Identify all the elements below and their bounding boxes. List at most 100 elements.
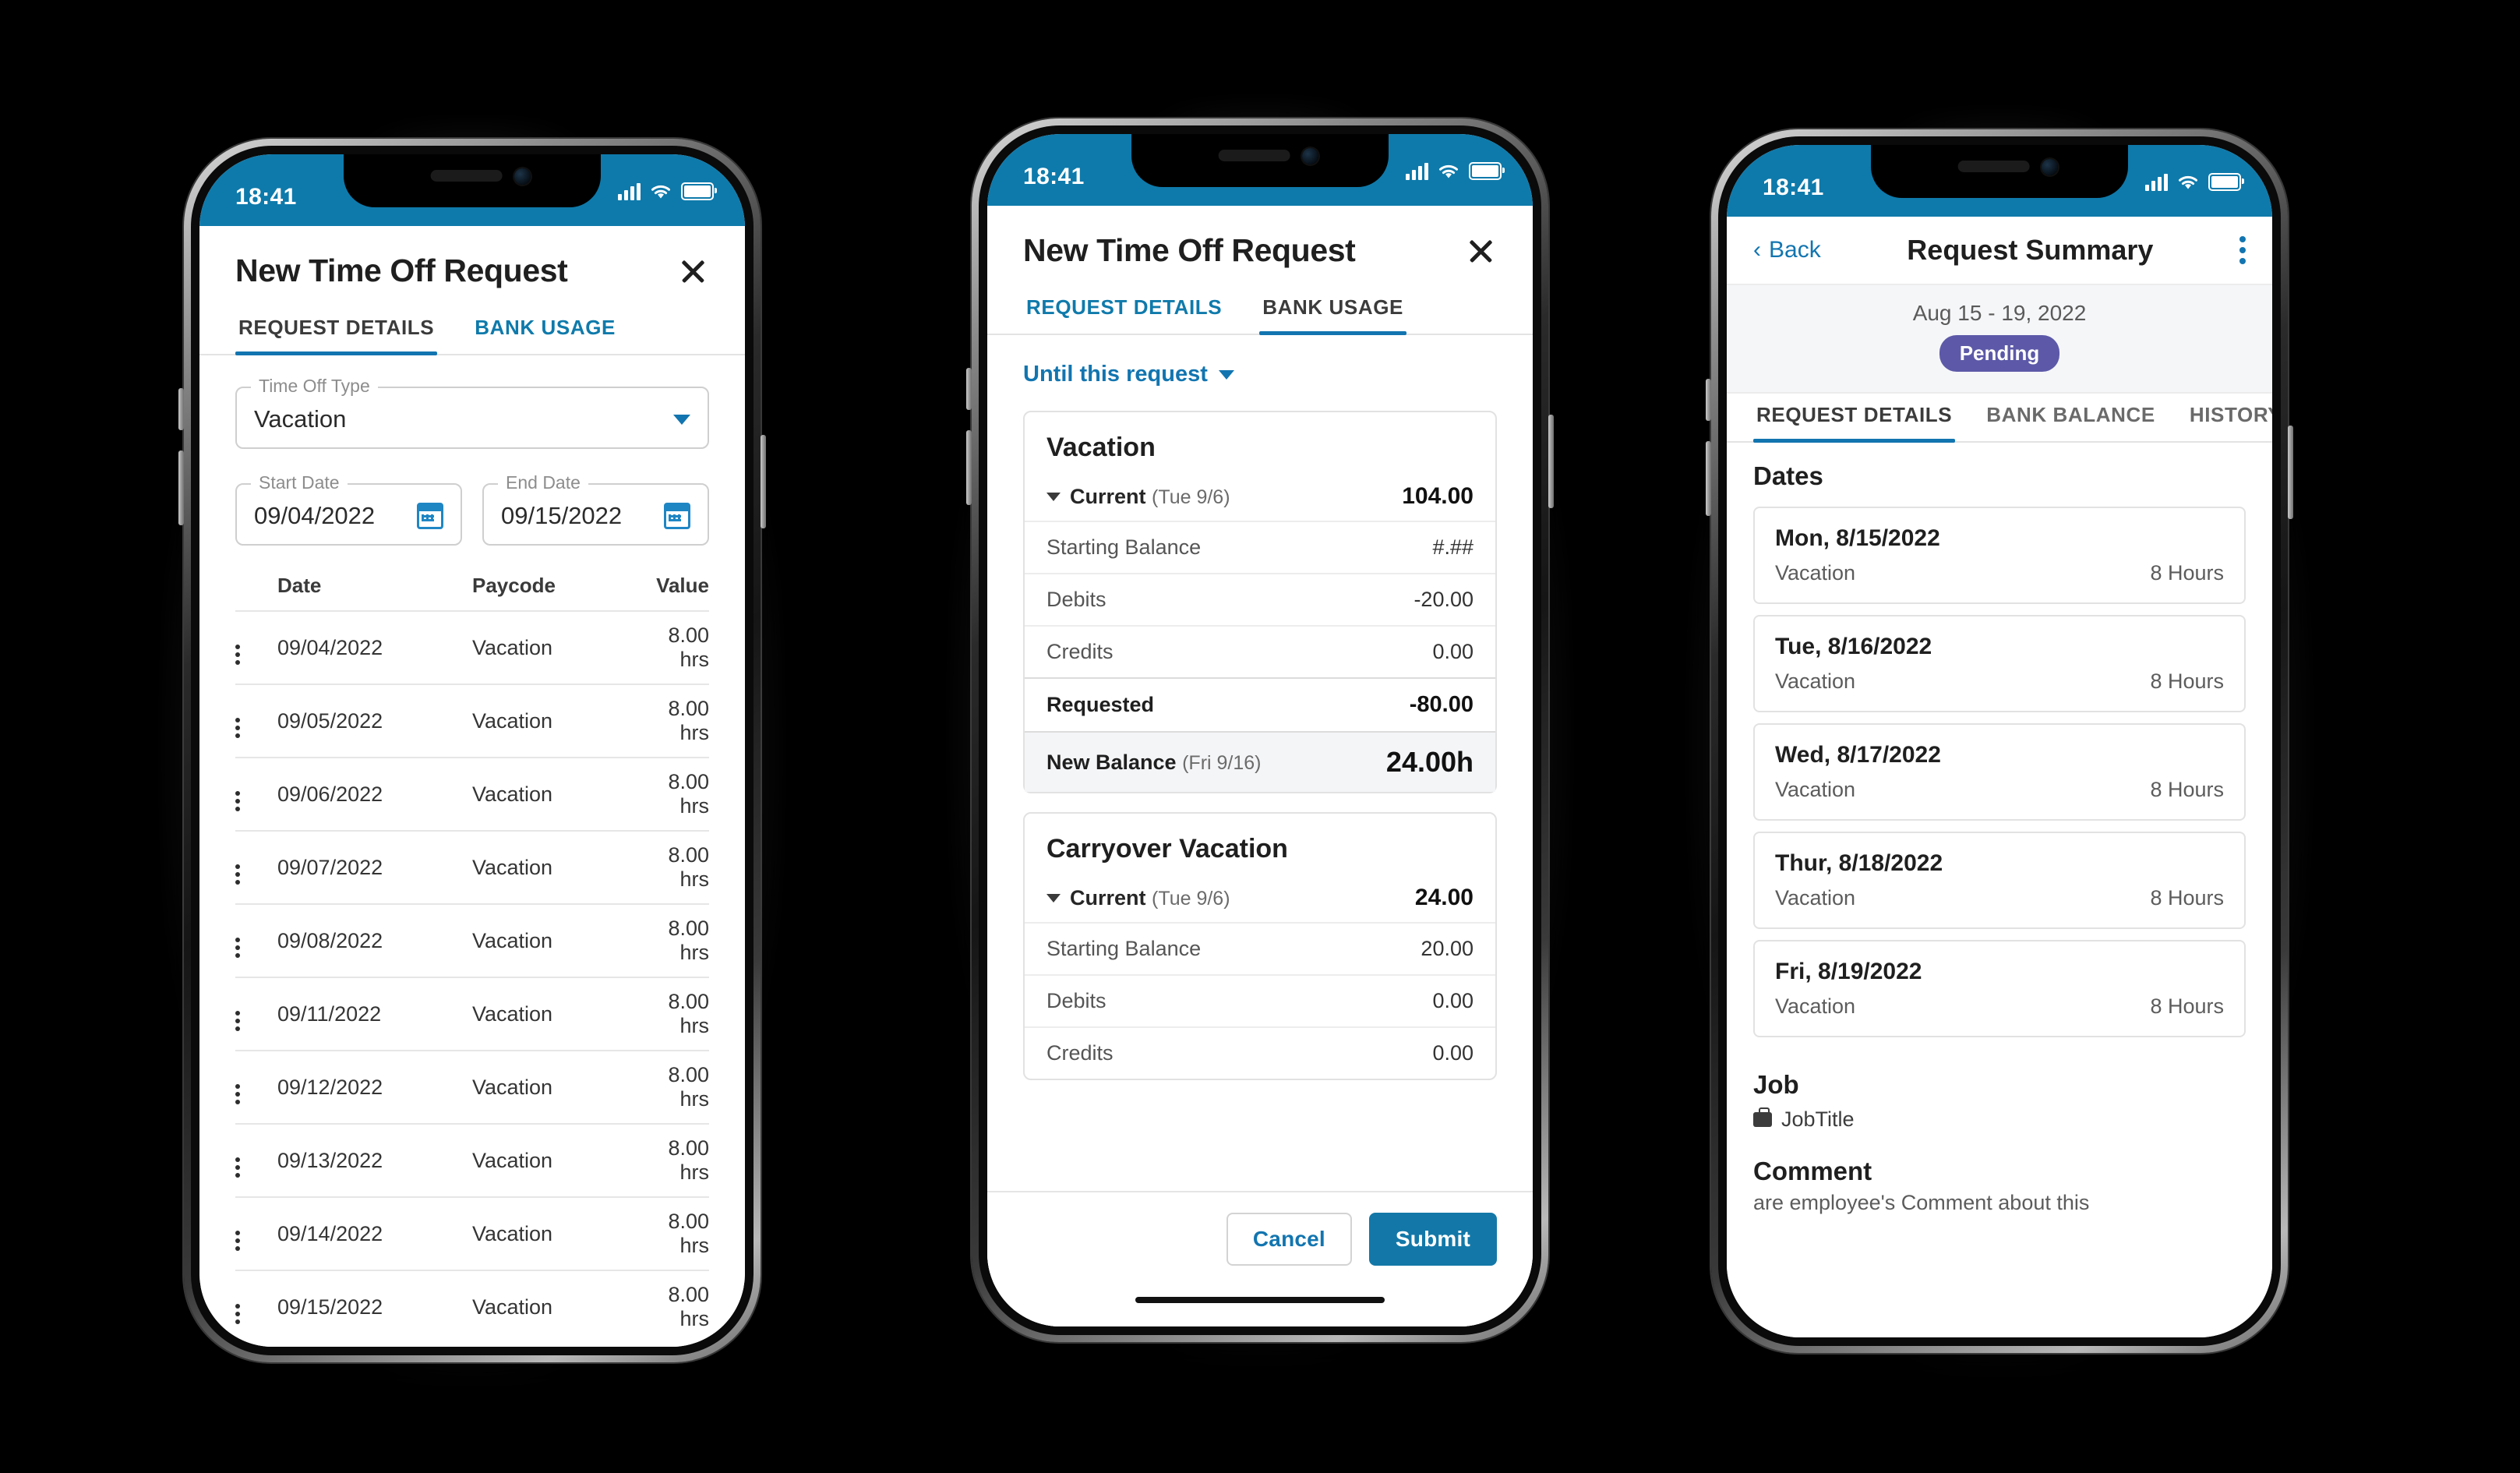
end-date-input[interactable]: End Date 09/15/2022 — [482, 472, 709, 546]
row-menu-cell[interactable] — [235, 830, 277, 904]
close-icon[interactable] — [1464, 235, 1497, 267]
cell-date: 09/05/2022 — [277, 684, 472, 758]
row-overflow-icon[interactable] — [235, 938, 242, 958]
volume-down-button[interactable] — [178, 450, 184, 525]
row-overflow-icon[interactable] — [235, 1157, 242, 1178]
calendar-icon[interactable] — [664, 503, 690, 529]
row-overflow-icon[interactable] — [235, 791, 242, 811]
row-menu-cell[interactable] — [235, 757, 277, 831]
overflow-menu-icon[interactable] — [2239, 236, 2246, 264]
bank-requested-row: Requested -80.00 — [1025, 677, 1495, 731]
app-content: ‹ Back Request Summary Aug 15 - 19, 2022… — [1727, 217, 2272, 1337]
wifi-icon — [2179, 175, 2197, 189]
date-card-paycode: Vacation — [1775, 669, 1856, 693]
cell-value: 8.00 hrs — [651, 1050, 709, 1124]
column-header-paycode: Paycode — [472, 574, 556, 597]
range-dropdown[interactable]: Until this request — [1023, 362, 1497, 387]
modal-header: New Time Off Request — [199, 226, 745, 306]
tab-bank-usage[interactable]: BANK USAGE — [1259, 286, 1406, 335]
bank-current-value: 104.00 — [1402, 483, 1474, 509]
row-menu-cell[interactable] — [235, 903, 277, 977]
status-time: 18:41 — [1763, 175, 1824, 200]
back-label: Back — [1769, 237, 1821, 263]
date-card[interactable]: Wed, 8/17/2022 Vacation 8 Hours — [1753, 723, 2246, 821]
cell-date: 09/14/2022 — [277, 1196, 472, 1270]
table-row[interactable]: 09/04/2022 Vacation 8.00 hrs — [235, 610, 709, 684]
volume-down-button[interactable] — [966, 430, 972, 505]
row-overflow-icon[interactable] — [235, 1304, 242, 1324]
cancel-button[interactable]: Cancel — [1226, 1213, 1352, 1266]
row-menu-cell[interactable] — [235, 684, 277, 758]
phone-screen: 18:41 New Time Off Request REQUEST DETAI… — [987, 134, 1533, 1326]
tab-request-details[interactable]: REQUEST DETAILS — [235, 306, 438, 355]
table-row[interactable]: 09/06/2022 Vacation 8.00 hrs — [235, 757, 709, 831]
table-row[interactable]: 09/15/2022 Vacation 8.00 hrs — [235, 1270, 709, 1343]
row-overflow-icon[interactable] — [235, 1011, 242, 1031]
comment-text: are employee's Comment about this — [1753, 1191, 2090, 1214]
date-card[interactable]: Fri, 8/19/2022 Vacation 8 Hours — [1753, 940, 2246, 1037]
submit-button[interactable]: Submit — [1368, 1213, 1497, 1266]
front-camera-icon — [514, 168, 531, 185]
status-bar: 18:41 — [199, 154, 745, 226]
tab-request-details[interactable]: REQUEST DETAILS — [1753, 394, 1956, 443]
caret-down-icon — [1046, 492, 1061, 501]
power-button[interactable] — [2288, 426, 2293, 519]
row-overflow-icon[interactable] — [235, 864, 242, 885]
power-button[interactable] — [761, 435, 766, 528]
date-card[interactable]: Tue, 8/16/2022 Vacation 8 Hours — [1753, 615, 2246, 712]
close-icon[interactable] — [676, 255, 709, 288]
table-row[interactable]: 09/07/2022 Vacation 8.00 hrs — [235, 830, 709, 904]
row-menu-cell[interactable] — [235, 1050, 277, 1124]
volume-up-button[interactable] — [966, 368, 972, 410]
bank-current-row[interactable]: Current (Tue 9/6) 24.00 — [1025, 880, 1495, 922]
volume-up-button[interactable] — [178, 388, 184, 430]
date-card[interactable]: Mon, 8/15/2022 Vacation 8 Hours — [1753, 507, 2246, 604]
row-overflow-icon[interactable] — [235, 718, 242, 738]
table-row[interactable]: 09/14/2022 Vacation 8.00 hrs — [235, 1196, 709, 1270]
date-card[interactable]: Thur, 8/18/2022 Vacation 8 Hours — [1753, 832, 2246, 929]
tab-request-details[interactable]: REQUEST DETAILS — [1023, 286, 1225, 334]
bank-current-row[interactable]: Current (Tue 9/6) 104.00 — [1025, 479, 1495, 521]
notch — [344, 154, 601, 207]
volume-down-button[interactable] — [1706, 441, 1711, 516]
table-row[interactable]: 09/11/2022 Vacation 8.00 hrs — [235, 977, 709, 1051]
volume-up-button[interactable] — [1706, 379, 1711, 421]
status-time: 18:41 — [1023, 164, 1085, 189]
earpiece-speaker — [1957, 161, 2030, 172]
back-button[interactable]: ‹ Back — [1753, 237, 1821, 263]
table-row[interactable]: 09/13/2022 Vacation 8.00 hrs — [235, 1123, 709, 1197]
bank-detail-row: Debits -20.00 — [1025, 573, 1495, 625]
row-menu-cell[interactable] — [235, 1270, 277, 1343]
cell-date: 09/15/2022 — [277, 1270, 472, 1343]
tab-bank-balance[interactable]: BANK BALANCE — [1983, 394, 2158, 441]
row-menu-cell[interactable] — [235, 977, 277, 1051]
cell-paycode: Vacation — [472, 610, 651, 684]
tab-history[interactable]: HISTORY — [2186, 394, 2272, 441]
modal-header: New Time Off Request — [987, 206, 1533, 286]
row-menu-cell[interactable] — [235, 610, 277, 684]
table-row[interactable]: 09/05/2022 Vacation 8.00 hrs — [235, 684, 709, 758]
tab-bar: REQUEST DETAILS BANK BALANCE HISTORY — [1727, 394, 2272, 443]
home-indicator[interactable] — [1135, 1297, 1385, 1303]
phone-mockup-bank-usage: 18:41 New Time Off Request REQUEST DETAI… — [955, 101, 1565, 1359]
power-button[interactable] — [1548, 415, 1554, 508]
table-row[interactable]: 09/12/2022 Vacation 8.00 hrs — [235, 1050, 709, 1124]
calendar-icon[interactable] — [417, 503, 443, 529]
front-camera-icon — [1302, 148, 1318, 164]
cell-value: 8.00 hrs — [651, 757, 709, 831]
row-overflow-icon[interactable] — [235, 645, 242, 665]
date-card-date: Tue, 8/16/2022 — [1775, 634, 1932, 659]
tab-bank-usage[interactable]: BANK USAGE — [471, 306, 619, 354]
row-overflow-icon[interactable] — [235, 1231, 242, 1251]
start-date-input[interactable]: Start Date 09/04/2022 — [235, 472, 462, 546]
row-menu-cell[interactable] — [235, 1196, 277, 1270]
job-title: JobTitle — [1781, 1107, 1855, 1131]
time-off-type-select[interactable]: Time Off Type Vacation — [235, 376, 709, 449]
battery-icon — [1469, 162, 1505, 180]
table-row[interactable]: 09/08/2022 Vacation 8.00 hrs — [235, 903, 709, 977]
end-date-label: End Date — [498, 472, 588, 493]
battery-icon — [681, 182, 717, 200]
row-menu-cell[interactable] — [235, 1123, 277, 1197]
cell-value: 8.00 hrs — [651, 903, 709, 977]
row-overflow-icon[interactable] — [235, 1084, 242, 1104]
